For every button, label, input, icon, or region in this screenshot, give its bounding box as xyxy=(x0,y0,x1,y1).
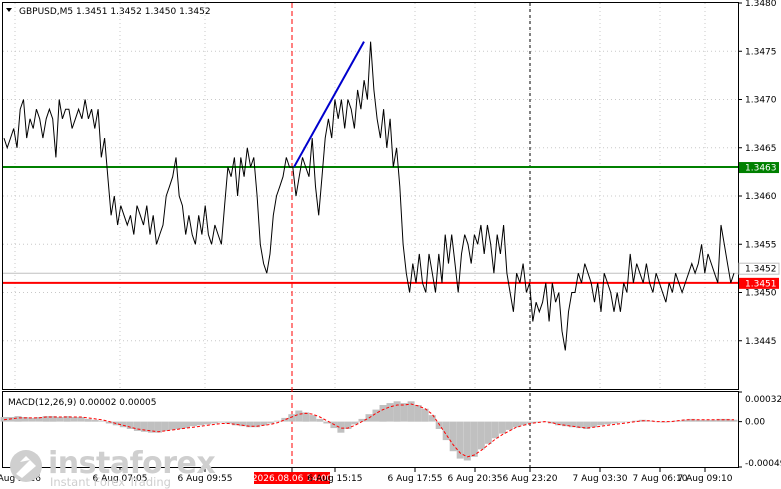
macd-bar xyxy=(183,421,190,429)
macd-bar xyxy=(421,408,429,422)
price-panel-frame xyxy=(2,2,739,390)
macd-bar xyxy=(611,421,619,424)
macd-bar xyxy=(288,414,296,422)
macd-bar xyxy=(590,421,598,428)
macd-bar xyxy=(70,417,78,422)
y-tick-label: 1.3445 xyxy=(745,337,777,347)
macd-bar xyxy=(161,421,169,431)
y-tick-label: 1.3480 xyxy=(745,0,777,9)
macd-bar xyxy=(28,417,36,422)
price-line xyxy=(3,41,735,351)
levels xyxy=(3,166,738,284)
macd-bar xyxy=(449,421,457,452)
y-tick-label: 1.3470 xyxy=(745,96,777,106)
macd-bar xyxy=(470,421,478,457)
y-tick-label: 1.3465 xyxy=(745,144,777,154)
x-tick-label: 6 Aug 20:35 xyxy=(448,474,503,484)
current-price-label: 1.3452 xyxy=(745,265,777,275)
collapse-triangle-icon[interactable] xyxy=(6,8,12,12)
macd-bar xyxy=(597,421,605,426)
macd-bar xyxy=(625,421,633,423)
y-tick-label: 1.3450 xyxy=(745,289,777,299)
macd-bar xyxy=(190,421,197,427)
macd-bar xyxy=(505,421,513,430)
watermark-tagline: Instant Forex Trading xyxy=(50,475,171,489)
chart-window: 1.3445 1.3450 1.3455 1.3460 1.3465 1.3470 1.34… xyxy=(0,0,781,489)
macd-bar xyxy=(463,421,471,461)
macd-bar xyxy=(477,421,485,450)
macd-header: MACD(12,26,9) 0.00002 0.00005 xyxy=(8,398,157,408)
macd-bar xyxy=(618,421,626,423)
macd-bar xyxy=(372,409,380,422)
macd-bar xyxy=(84,418,92,422)
macd-bar xyxy=(197,421,204,426)
macd-bar xyxy=(91,419,99,422)
macd-bar xyxy=(211,421,219,424)
macd-bar xyxy=(393,401,401,422)
y-tick-label: 1.3460 xyxy=(745,192,777,202)
macd-bar xyxy=(400,403,408,422)
macd-bar xyxy=(428,415,436,422)
macd-bar xyxy=(498,421,506,434)
macd-bar xyxy=(77,417,85,422)
macd-y-tick-label: 0.00 xyxy=(745,418,765,428)
red-level-label: 1.3451 xyxy=(745,279,777,289)
macd-bar xyxy=(604,421,612,425)
macd-bar xyxy=(295,410,303,422)
y-tick-label: 1.3455 xyxy=(745,240,777,250)
x-tick-label: 7 Aug 09:10 xyxy=(678,474,733,484)
chart-canvas: 1.3445 1.3450 1.3455 1.3460 1.3465 1.3470 1.34… xyxy=(0,0,781,484)
macd-bar xyxy=(316,418,324,422)
trend-line xyxy=(293,41,365,168)
macd-bar xyxy=(154,421,162,433)
y-tick-label: 1.3475 xyxy=(745,47,777,57)
macd-bar xyxy=(260,421,268,426)
macd-bar xyxy=(112,421,120,426)
macd-bar xyxy=(176,421,183,429)
price-series xyxy=(3,41,735,351)
macd-bar xyxy=(218,421,226,423)
green-level-label: 1.3463 xyxy=(745,164,777,174)
macd-bar xyxy=(309,415,317,422)
macd-bar xyxy=(14,416,22,422)
macd-y-tick-label: 0.00032 xyxy=(745,395,781,405)
macd-y-tick-label: -0.00049 xyxy=(745,459,781,469)
macd-bar xyxy=(414,405,422,422)
x-tick-label: 6 Aug 15:15 xyxy=(308,474,363,484)
x-tick-label: 6 Aug 17:55 xyxy=(388,474,443,484)
macd-bar xyxy=(379,405,387,422)
macd-bar xyxy=(169,421,176,430)
macd-bar xyxy=(491,421,499,439)
macd-bar xyxy=(484,421,492,444)
x-tick-label: 7 Aug 03:30 xyxy=(573,474,628,484)
symbol-header: GBPUSD,M5 1.3451 1.3452 1.3450 1.3452 xyxy=(19,7,211,17)
macd-axis: 0.00032 0.00 -0.00049 xyxy=(738,391,781,469)
x-tick-label: 6 Aug 23:20 xyxy=(503,474,558,484)
instaforex-logo-icon xyxy=(10,450,42,482)
macd-bar xyxy=(204,421,211,425)
macd-bar xyxy=(274,420,282,422)
macd-bar xyxy=(267,421,275,424)
watermark: instaforex Instant Forex Trading xyxy=(8,446,238,489)
macd-bar xyxy=(56,417,64,422)
price-axis: 1.3445 1.3450 1.3455 1.3460 1.3465 1.3470 1.34… xyxy=(738,0,780,347)
